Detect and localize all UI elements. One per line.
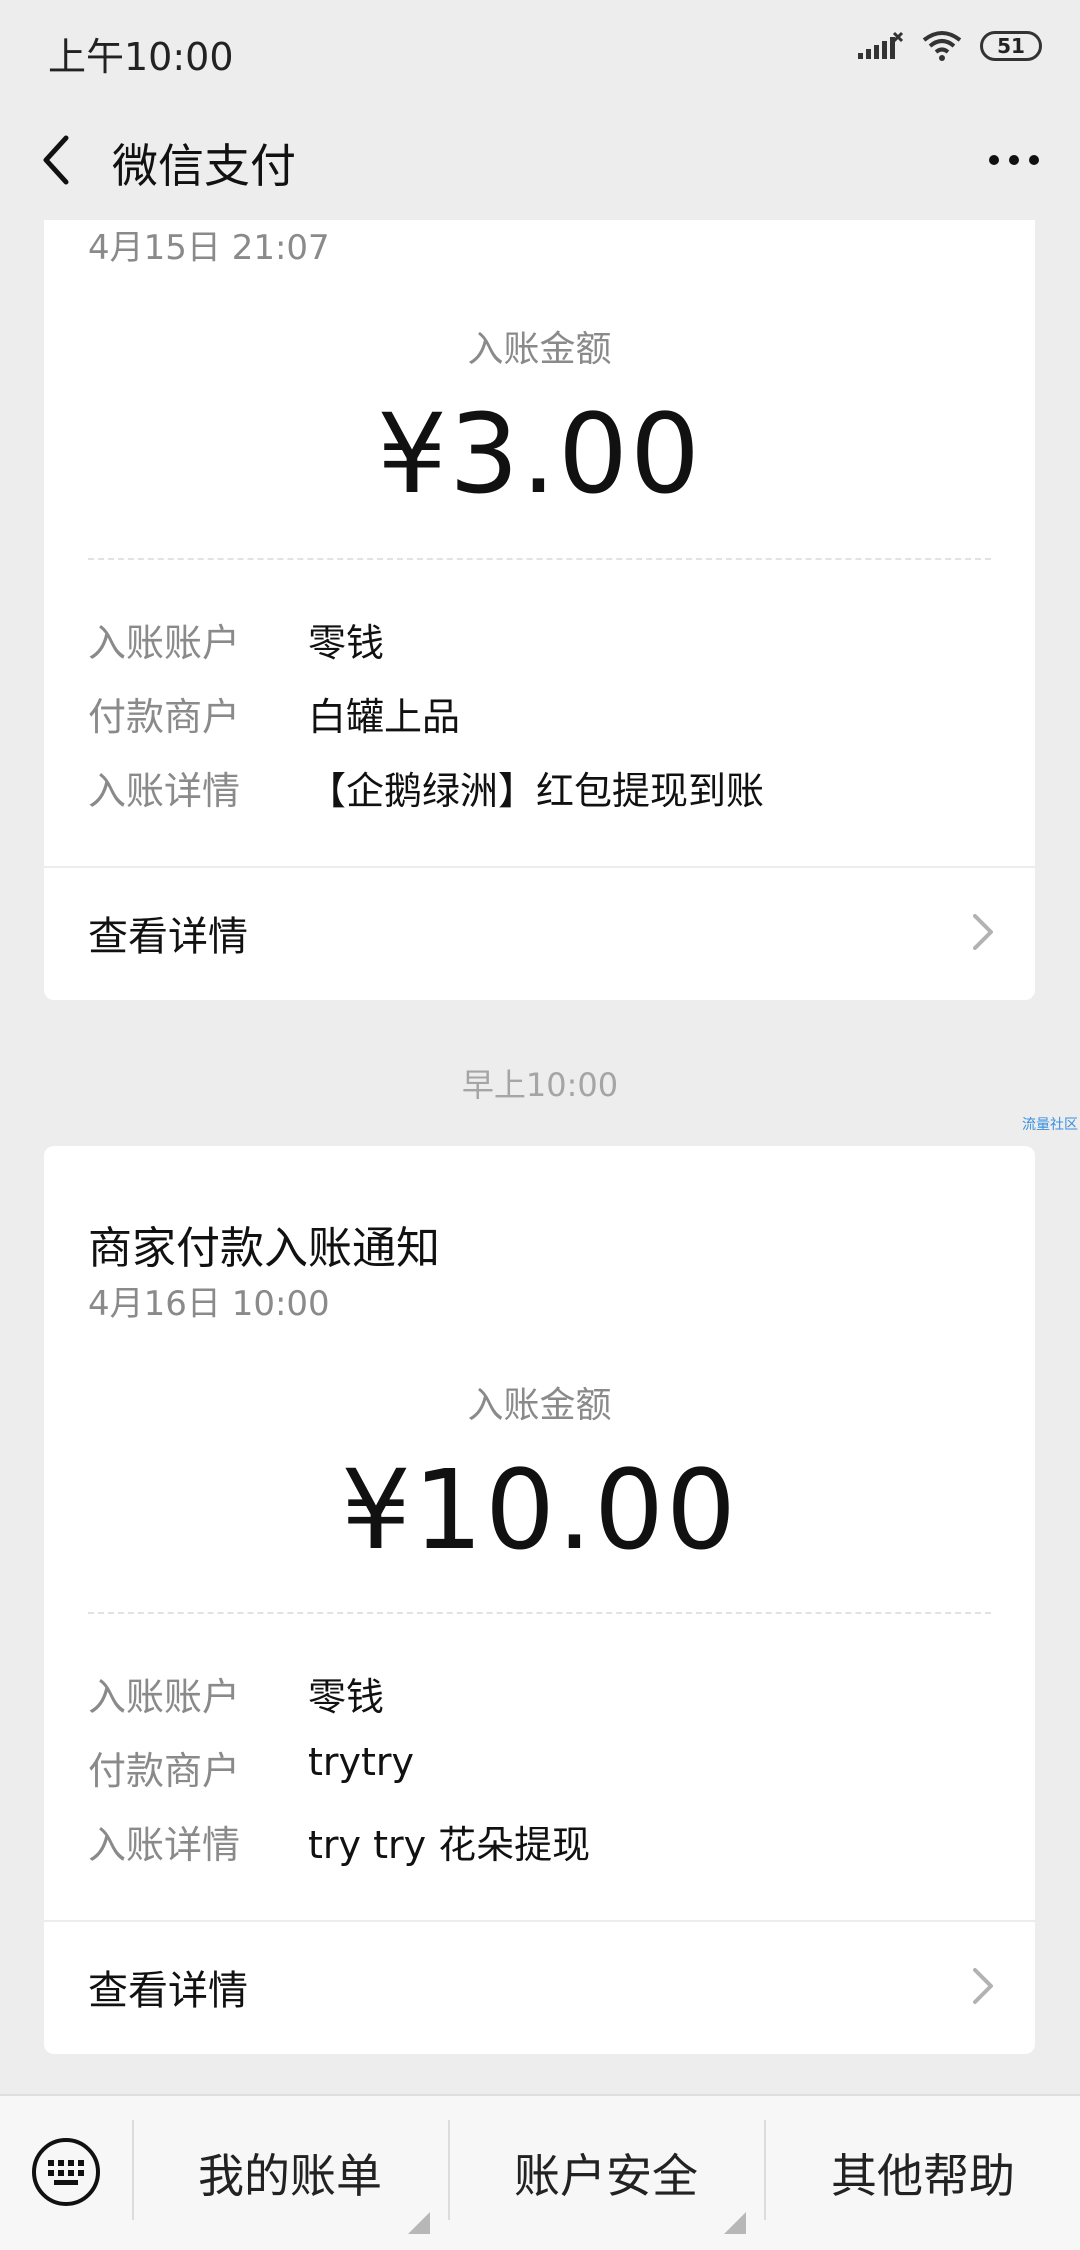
chevron-right-icon	[973, 914, 993, 950]
amount-label: 入账金额	[467, 1385, 612, 1426]
amount-value: ¥3.00	[377, 390, 702, 518]
dashed-divider	[88, 1612, 991, 1614]
menu-item-label: 我的账单	[198, 2149, 382, 2203]
info-value: 【企鹅绿洲】红包提现到账	[308, 769, 765, 813]
info-value: trytry	[308, 1740, 415, 1784]
card-date: 4月15日 21:07	[88, 228, 330, 268]
status-bar: 上午10:00 51	[0, 0, 1080, 100]
back-arrow-icon[interactable]	[38, 132, 78, 188]
view-details-label: 查看详情	[88, 914, 248, 960]
menu-item-account-security[interactable]: 账户安全	[450, 2096, 762, 2250]
info-value: try try 花朵提现	[308, 1823, 591, 1867]
payment-notification-card: 4月15日 21:07 入账金额 ¥3.00 入账账户 零钱 付款商户 白罐上品…	[44, 220, 1035, 1000]
info-value: 零钱	[308, 621, 385, 665]
nav-bar: 微信支付	[0, 100, 1080, 220]
keyboard-icon[interactable]	[30, 2136, 102, 2208]
dashed-divider	[88, 558, 991, 560]
wifi-icon	[922, 31, 962, 61]
menu-item-my-bills[interactable]: 我的账单	[134, 2096, 446, 2250]
payment-notification-card: 商家付款入账通知 4月16日 10:00 入账金额 ¥10.00 入账账户 零钱…	[44, 1146, 1035, 2054]
bottom-menu-bar: 我的账单 账户安全 其他帮助	[0, 2094, 1080, 2250]
view-details-link[interactable]: 查看详情	[44, 1922, 1035, 2052]
chevron-right-icon	[973, 1968, 993, 2004]
more-icon[interactable]	[986, 140, 1042, 180]
info-key: 付款商户	[88, 1749, 241, 1793]
info-key: 付款商户	[88, 695, 241, 739]
menu-item-label: 账户安全	[514, 2149, 698, 2203]
info-key: 入账账户	[88, 621, 241, 665]
info-value: 零钱	[308, 1675, 385, 1719]
submenu-indicator	[408, 2212, 430, 2234]
time-separator: 早上10:00	[461, 1066, 619, 1104]
view-details-link[interactable]: 查看详情	[44, 868, 1035, 998]
menu-item-label: 其他帮助	[831, 2149, 1015, 2203]
submenu-indicator	[724, 2212, 746, 2234]
page-title: 微信支付	[112, 139, 296, 193]
signal-icon	[858, 31, 904, 59]
view-details-label: 查看详情	[88, 1968, 248, 2014]
status-time: 上午10:00	[48, 35, 234, 79]
amount-label: 入账金额	[467, 329, 612, 370]
card-title: 商家付款入账通知	[88, 1223, 440, 1274]
menu-item-other-help[interactable]: 其他帮助	[766, 2096, 1080, 2250]
info-key: 入账详情	[88, 1823, 241, 1867]
amount-value: ¥10.00	[341, 1446, 738, 1574]
card-date: 4月16日 10:00	[88, 1284, 330, 1324]
info-key: 入账详情	[88, 769, 241, 813]
battery-icon: 51	[980, 31, 1042, 61]
status-icons: 51	[858, 30, 1042, 62]
info-key: 入账账户	[88, 1675, 241, 1719]
watermark: 流量社区	[1022, 1117, 1078, 1133]
info-value: 白罐上品	[308, 695, 461, 739]
